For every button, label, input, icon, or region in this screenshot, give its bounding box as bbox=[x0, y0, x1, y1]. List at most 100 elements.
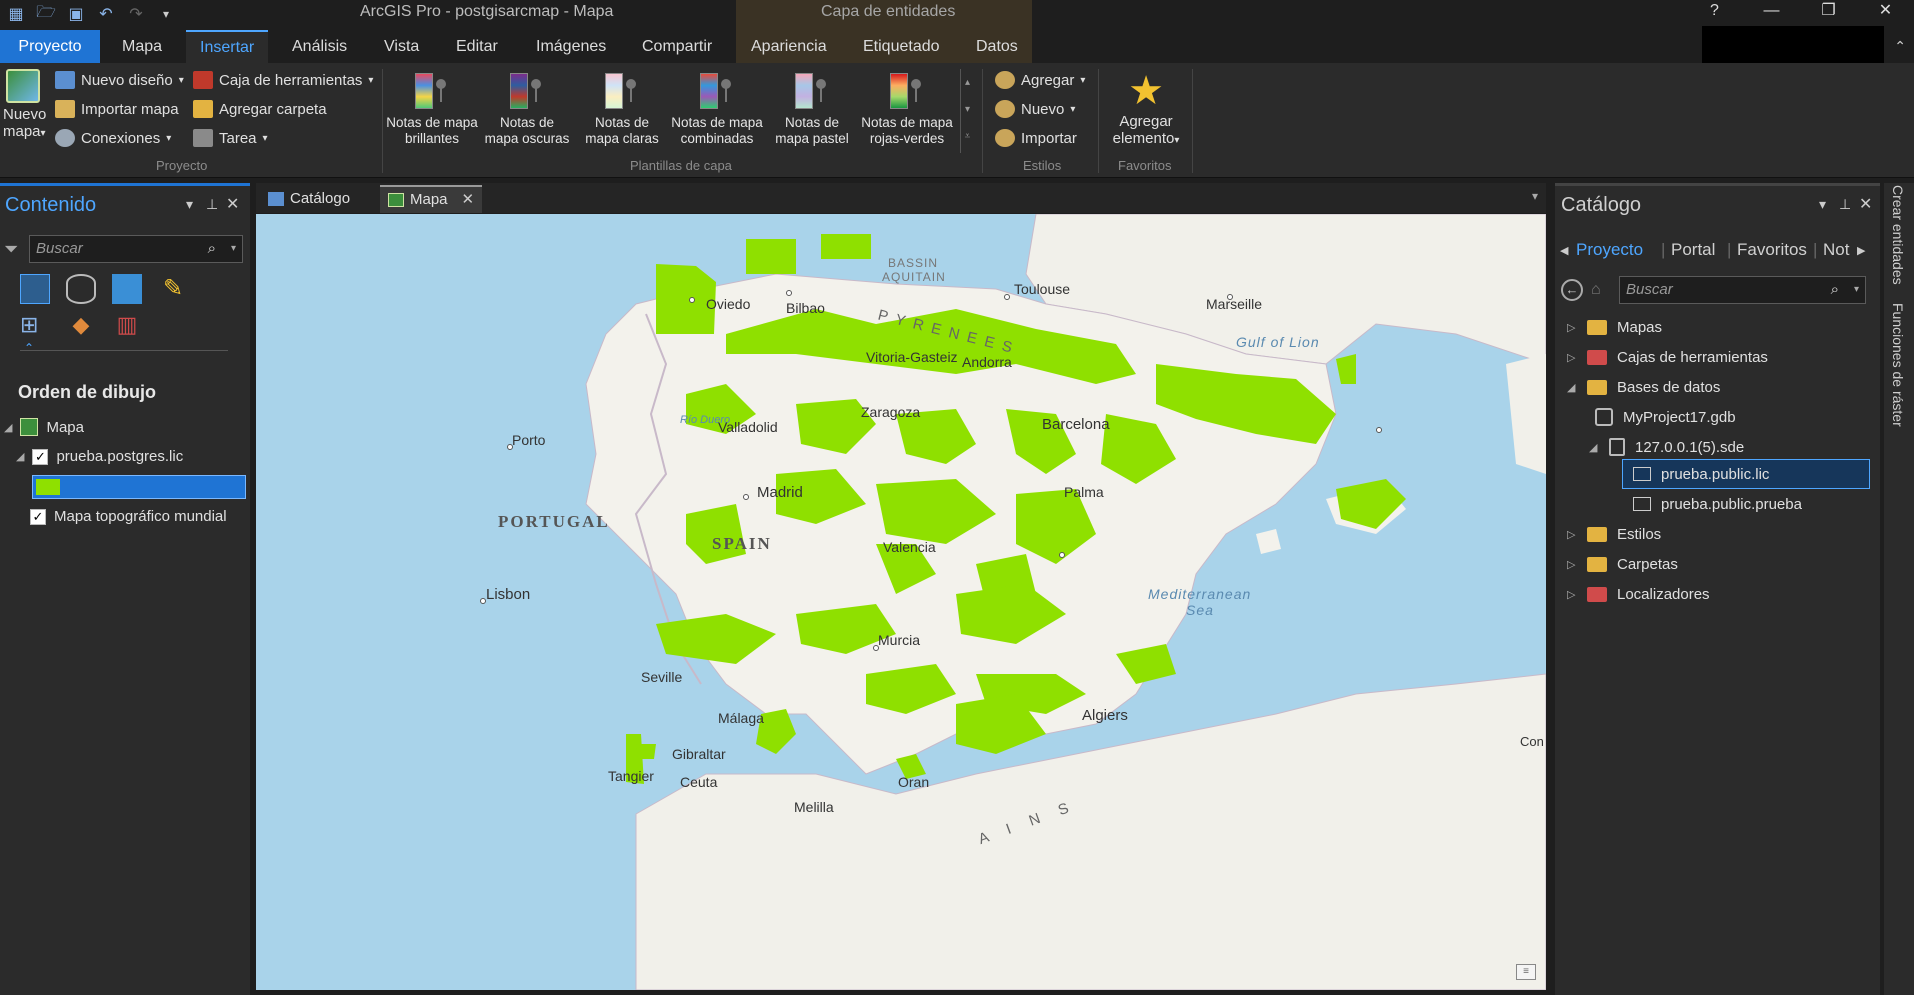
catalog-item-localizadores[interactable]: ▷ Localizadores bbox=[1567, 581, 1710, 607]
toolbox-button[interactable]: Caja de herramientas ▾ bbox=[193, 69, 373, 91]
tab-insertar[interactable]: Insertar bbox=[186, 30, 269, 63]
home-icon[interactable]: ⌂ bbox=[1591, 281, 1601, 299]
layer-template-button[interactable]: Notas de mapa combinadas bbox=[669, 73, 765, 147]
catalog-search-input[interactable]: Buscar ⌕ ▾ bbox=[1619, 276, 1866, 304]
expand-arrow-icon[interactable]: ▷ bbox=[1567, 558, 1577, 571]
tab-apariencia[interactable]: Apariencia bbox=[737, 30, 841, 63]
tab-analisis[interactable]: Análisis bbox=[278, 30, 361, 63]
catalog-tab-notebooks[interactable]: Not bbox=[1823, 240, 1849, 260]
search-options-icon[interactable]: ▾ bbox=[231, 236, 236, 262]
layer-template-button[interactable]: Notas de mapa oscuras bbox=[479, 73, 575, 147]
catalog-item-estilos[interactable]: ▷ Estilos bbox=[1567, 521, 1661, 547]
new-map-button[interactable]: Nuevo mapa▾ bbox=[3, 69, 46, 142]
tab-compartir[interactable]: Compartir bbox=[628, 30, 726, 63]
expand-arrow-icon[interactable]: ◢ bbox=[16, 450, 24, 463]
catalog-item-sde[interactable]: ◢ 127.0.0.1(5).sde bbox=[1589, 434, 1744, 460]
list-by-selection-icon[interactable] bbox=[112, 274, 142, 304]
catalog-item-carpetas[interactable]: ▷ Carpetas bbox=[1567, 551, 1678, 577]
search-icon[interactable]: ⌕ bbox=[1831, 277, 1839, 303]
list-by-snapping-icon[interactable]: ⊞ bbox=[20, 310, 50, 340]
back-icon[interactable]: ← bbox=[1561, 279, 1583, 301]
catalog-item-gdb[interactable]: MyProject17.gdb bbox=[1595, 404, 1736, 430]
add-folder-button[interactable]: Agregar carpeta bbox=[193, 98, 327, 120]
close-pane-icon[interactable]: ✕ bbox=[1859, 194, 1872, 214]
tab-proyecto[interactable]: Proyecto bbox=[0, 30, 100, 63]
close-pane-icon[interactable]: ✕ bbox=[226, 194, 239, 214]
expand-arrow-icon[interactable]: ◢ bbox=[4, 421, 12, 434]
pin-icon[interactable]: ⊥ bbox=[206, 196, 218, 213]
side-tab-crear-entidades[interactable]: Crear entidades bbox=[1890, 185, 1906, 285]
layer-symbol-row[interactable] bbox=[32, 475, 246, 499]
new-style-button[interactable]: Nuevo ▾ bbox=[995, 98, 1075, 120]
layer-template-button[interactable]: Notas de mapa brillantes bbox=[384, 73, 480, 147]
collapse-arrow-icon[interactable]: ◢ bbox=[1567, 381, 1577, 394]
new-layout-button[interactable]: Nuevo diseño ▾ bbox=[55, 69, 184, 91]
collapse-ribbon-icon[interactable]: ⌃ bbox=[1894, 38, 1906, 55]
search-options-icon[interactable]: ▾ bbox=[1854, 277, 1859, 303]
pin-icon[interactable]: ⊥ bbox=[1839, 196, 1851, 213]
add-style-button[interactable]: Agregar ▾ bbox=[995, 69, 1085, 91]
import-map-button[interactable]: Importar mapa bbox=[55, 98, 179, 120]
layer-visibility-checkbox[interactable]: ✓ bbox=[32, 448, 49, 465]
map-node[interactable]: ◢ Mapa bbox=[4, 418, 84, 436]
catalog-item-cajas[interactable]: ▷ Cajas de herramientas bbox=[1567, 344, 1768, 370]
list-by-labeling-icon[interactable]: ◆ bbox=[66, 310, 96, 340]
tabs-scroll-right-icon[interactable]: ▶ bbox=[1857, 244, 1865, 257]
add-item-button[interactable]: ★ Agregar elemento▾ bbox=[1106, 69, 1186, 149]
close-tab-icon[interactable]: ✕ bbox=[462, 186, 475, 214]
expand-arrow-icon[interactable]: ▷ bbox=[1567, 351, 1577, 364]
tab-datos[interactable]: Datos bbox=[962, 30, 1032, 63]
pane-options-icon[interactable]: ▾ bbox=[186, 196, 193, 213]
catalog-item-lic[interactable]: prueba.public.lic bbox=[1633, 461, 1769, 487]
catalog-tab-proyecto[interactable]: Proyecto bbox=[1576, 240, 1643, 260]
customize-qat-icon[interactable]: ▾ bbox=[156, 4, 176, 24]
expand-arrow-icon[interactable]: ▷ bbox=[1567, 588, 1577, 601]
task-button[interactable]: Tarea ▾ bbox=[193, 127, 268, 149]
map-view[interactable]: Oviedo Bilbao Vitoria-Gasteiz Toulouse M… bbox=[256, 214, 1546, 990]
expand-arrow-icon[interactable]: ▷ bbox=[1567, 321, 1577, 334]
tab-mapa[interactable]: Mapa bbox=[108, 30, 176, 63]
restore-button[interactable]: ❐ bbox=[1800, 0, 1857, 24]
open-project-icon[interactable]: 🗁 bbox=[36, 4, 56, 24]
list-by-charts-icon[interactable]: ▥ bbox=[112, 310, 142, 340]
catalog-item-mapas[interactable]: ▷ Mapas bbox=[1567, 314, 1662, 340]
app-icon[interactable]: ▦ bbox=[6, 4, 26, 24]
catalog-item-bases[interactable]: ◢ Bases de datos bbox=[1567, 374, 1720, 400]
connections-button[interactable]: Conexiones ▾ bbox=[55, 127, 171, 149]
side-tab-funciones-raster[interactable]: Funciones de ráster bbox=[1890, 303, 1906, 427]
catalog-tab-favoritos[interactable]: Favoritos bbox=[1737, 240, 1807, 260]
layer-visibility-checkbox[interactable]: ✓ bbox=[30, 508, 46, 525]
close-button[interactable]: ✕ bbox=[1857, 0, 1914, 24]
pane-options-icon[interactable]: ▾ bbox=[1819, 196, 1826, 213]
import-style-button[interactable]: Importar bbox=[995, 127, 1077, 149]
undo-icon[interactable]: ↶ bbox=[96, 4, 116, 24]
redo-icon[interactable]: ↷ bbox=[126, 4, 146, 24]
catalog-tab-portal[interactable]: Portal bbox=[1671, 240, 1715, 260]
tab-etiquetado[interactable]: Etiquetado bbox=[849, 30, 954, 63]
list-by-editing-icon[interactable]: ✎ bbox=[158, 274, 188, 304]
layer-template-button[interactable]: Notas de mapa pastel bbox=[764, 73, 860, 147]
gallery-scroll[interactable]: ▴ ▾ ⩡ bbox=[960, 69, 974, 153]
tab-catalog-view[interactable]: Catálogo bbox=[260, 185, 358, 213]
tab-editar[interactable]: Editar bbox=[442, 30, 512, 63]
tabs-scroll-left-icon[interactable]: ◀ bbox=[1560, 244, 1568, 257]
help-button[interactable]: ? bbox=[1686, 0, 1743, 24]
contents-search-input[interactable]: Buscar ⌕ ▾ bbox=[29, 235, 243, 263]
layer-node-topo[interactable]: ✓ Mapa topográfico mundial bbox=[30, 508, 227, 525]
layer-template-button[interactable]: Notas de mapa rojas-verdes bbox=[859, 73, 955, 147]
list-by-source-icon[interactable] bbox=[66, 274, 96, 304]
search-icon[interactable]: ⌕ bbox=[208, 236, 216, 262]
collapse-arrow-icon[interactable]: ◢ bbox=[1589, 441, 1599, 454]
list-by-drawing-order-icon[interactable] bbox=[20, 274, 50, 304]
tab-imagenes[interactable]: Imágenes bbox=[522, 30, 620, 63]
save-icon[interactable]: ▣ bbox=[66, 4, 86, 24]
minimize-button[interactable]: — bbox=[1743, 0, 1800, 24]
tab-map-view[interactable]: Mapa ✕ bbox=[380, 185, 483, 214]
layer-node-lic[interactable]: ◢ ✓ prueba.postgres.lic bbox=[16, 448, 183, 465]
catalog-item-prueba[interactable]: prueba.public.prueba bbox=[1633, 491, 1802, 517]
filter-icon[interactable]: ⏷ bbox=[4, 239, 18, 260]
attribution-icon[interactable]: ≡ bbox=[1516, 964, 1536, 980]
layer-symbol-swatch[interactable] bbox=[36, 479, 60, 495]
expand-arrow-icon[interactable]: ▷ bbox=[1567, 528, 1577, 541]
tab-vista[interactable]: Vista bbox=[370, 30, 433, 63]
